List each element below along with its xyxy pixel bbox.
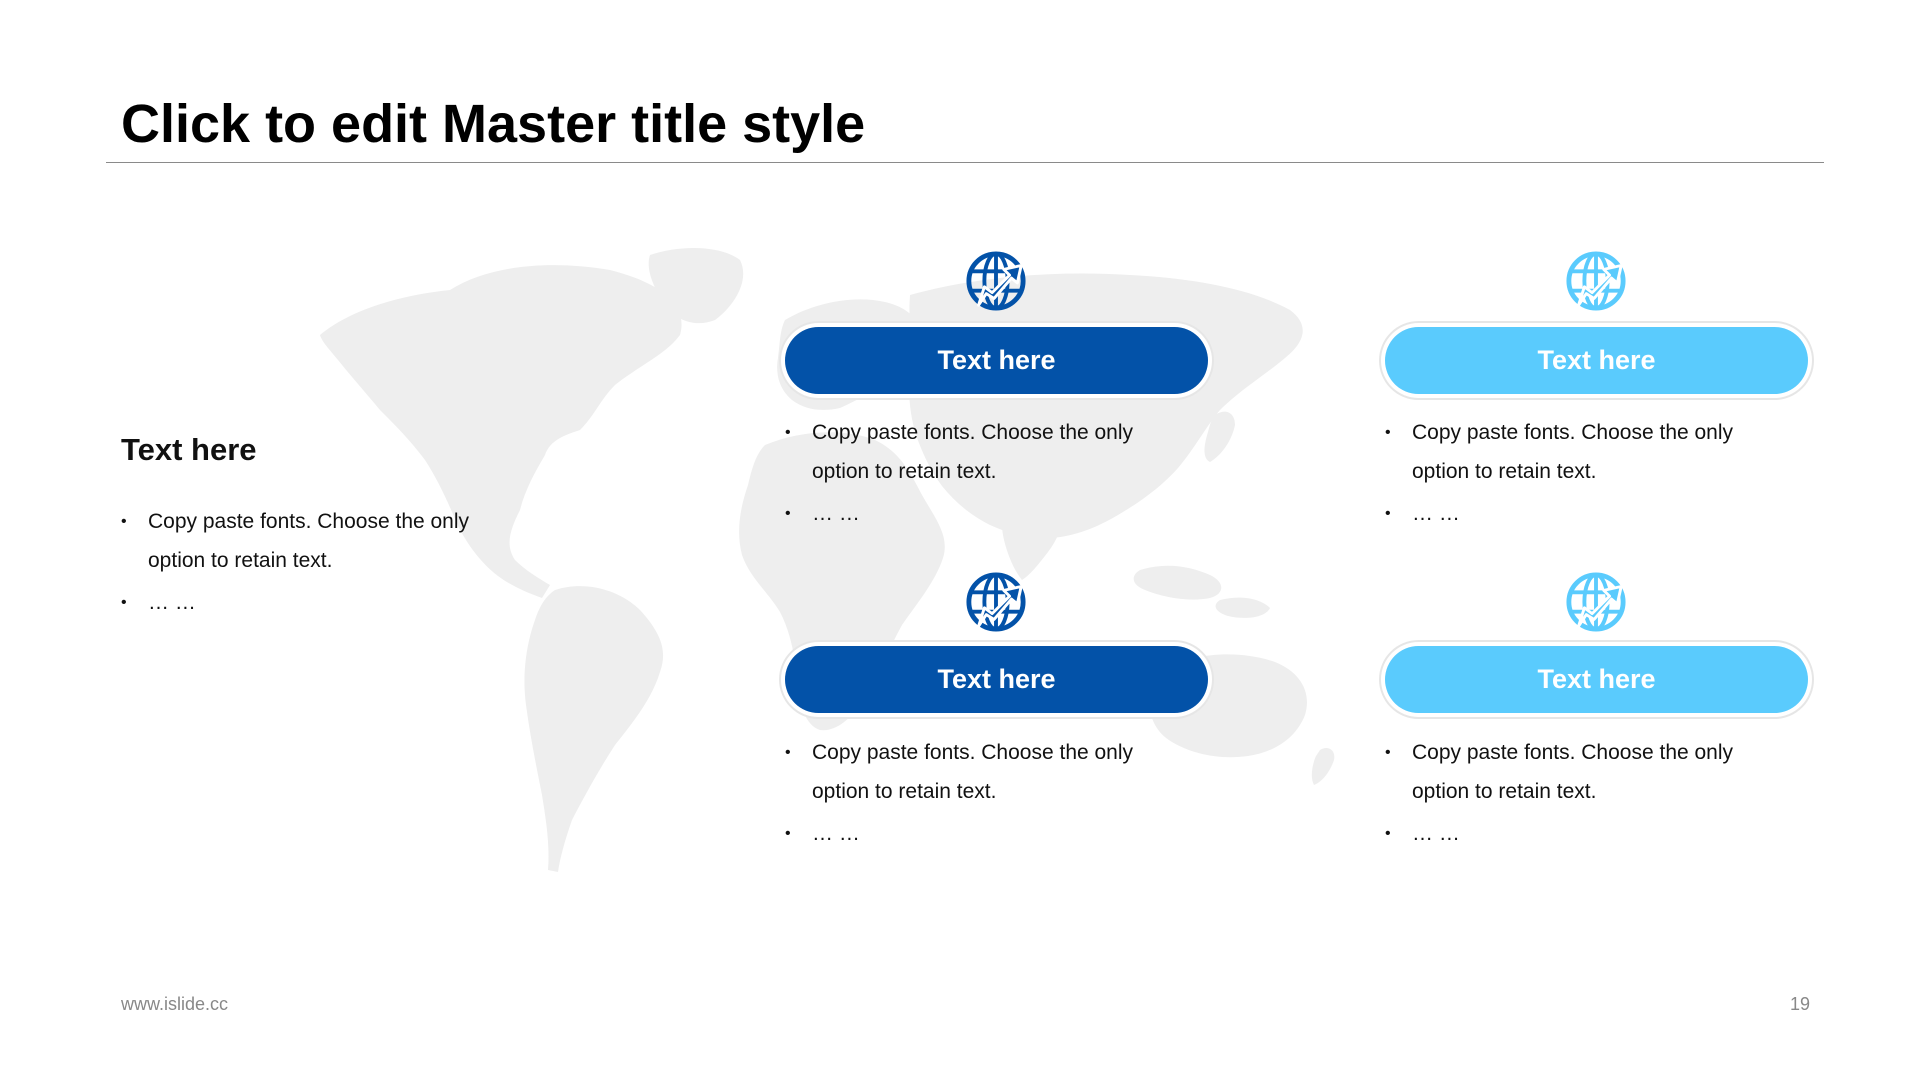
card-bullet: Copy paste fonts. Choose the only option… <box>785 413 1133 491</box>
slide-title: Click to edit Master title style <box>121 94 866 154</box>
globe-arrow-icon <box>1565 250 1627 312</box>
card-bullet: … … <box>785 814 1133 853</box>
footer-url[interactable]: www.islide.cc <box>121 994 228 1015</box>
card-bullet-list: Copy paste fonts. Choose the only option… <box>1385 413 1733 533</box>
card-bullet-list: Copy paste fonts. Choose the only option… <box>1385 733 1733 853</box>
card-bullet: Copy paste fonts. Choose the only option… <box>785 733 1133 811</box>
page-number: 19 <box>1789 994 1810 1014</box>
card-bullet: … … <box>1385 494 1733 533</box>
card-title-button[interactable]: Text here <box>785 327 1208 394</box>
card-bullet: Copy paste fonts. Choose the only option… <box>1385 733 1733 811</box>
intro-bullet: Copy paste fonts. Choose the only option… <box>121 502 469 580</box>
card-bullet-list: Copy paste fonts. Choose the only option… <box>785 413 1133 533</box>
intro-bullet-list: Copy paste fonts. Choose the only option… <box>121 502 469 622</box>
card-bullet: … … <box>785 494 1133 533</box>
globe-arrow-icon <box>965 571 1027 633</box>
title-divider <box>106 162 1824 163</box>
card-title-button[interactable]: Text here <box>1385 327 1808 394</box>
globe-arrow-icon <box>1565 571 1627 633</box>
card-bullet-list: Copy paste fonts. Choose the only option… <box>785 733 1133 853</box>
card-bullet: … … <box>1385 814 1733 853</box>
globe-arrow-icon <box>965 250 1027 312</box>
card-title-button[interactable]: Text here <box>1385 646 1808 713</box>
intro-heading: Text here <box>121 432 257 467</box>
intro-bullet: … … <box>121 583 469 622</box>
card-bullet: Copy paste fonts. Choose the only option… <box>1385 413 1733 491</box>
card-title-button[interactable]: Text here <box>785 646 1208 713</box>
